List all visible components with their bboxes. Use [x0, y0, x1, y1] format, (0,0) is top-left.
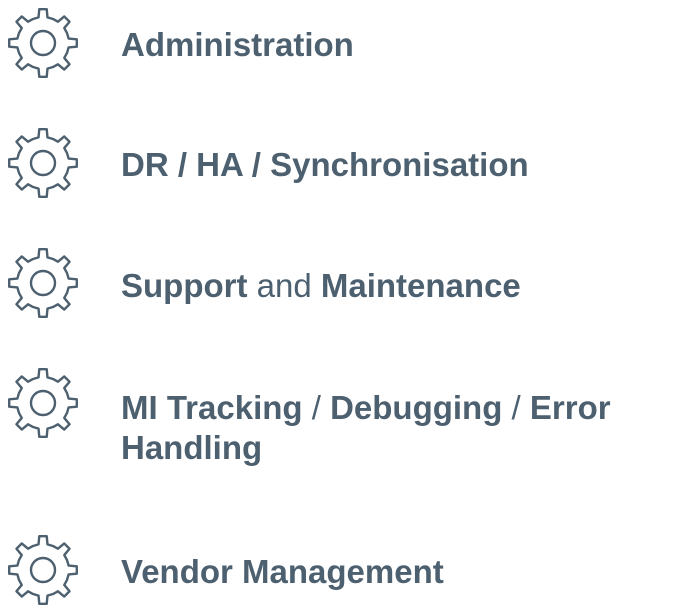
gear-icon-graphic: [8, 8, 78, 78]
label-separator: and: [247, 267, 321, 304]
label-text: Administration: [121, 26, 354, 63]
item-label: Support and Maintenance: [121, 266, 676, 306]
item-label: MI Tracking / Debugging / Error Handling: [121, 388, 676, 468]
label-text: DR / HA / Synchronisation: [121, 146, 529, 183]
label-text: Maintenance: [320, 267, 521, 304]
label-text: Debugging: [330, 389, 503, 426]
gear-icon: [6, 533, 80, 607]
gear-icon-graphic: [8, 128, 78, 198]
item-label: Vendor Management: [121, 552, 676, 592]
item-label: Administration: [121, 25, 676, 65]
item-label: DR / HA / Synchronisation: [121, 145, 676, 185]
gear-icon: [6, 366, 80, 440]
gear-icon-graphic: [8, 535, 78, 605]
gear-icon: [6, 126, 80, 200]
gear-icon: [6, 246, 80, 320]
label-text: Vendor Management: [121, 553, 444, 590]
gear-icon-graphic: [8, 368, 78, 438]
label-text: MI Tracking: [121, 389, 303, 426]
label-text: Support: [121, 267, 248, 304]
label-separator: /: [502, 389, 530, 426]
label-separator: /: [302, 389, 331, 426]
gear-icon-graphic: [8, 248, 78, 318]
gear-icon: [6, 6, 80, 80]
